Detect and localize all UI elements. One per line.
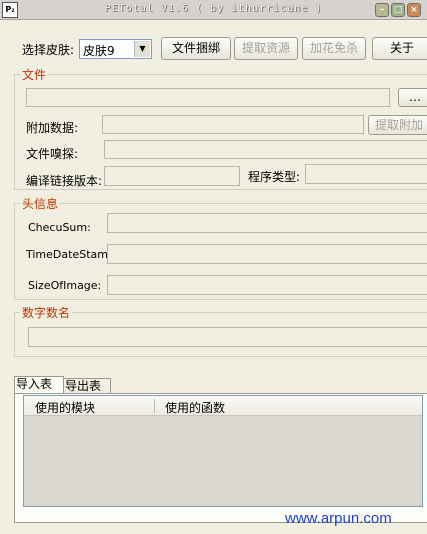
extract-append-button[interactable]: 提取附加 xyxy=(368,115,427,135)
watermark-text: www.arpun.com xyxy=(285,510,392,527)
column-separator[interactable] xyxy=(154,399,155,413)
maximize-icon[interactable]: □ xyxy=(391,3,405,17)
append-data-field[interactable] xyxy=(102,115,364,134)
about-button[interactable]: 关于 xyxy=(372,37,427,60)
tab-import-table[interactable]: 导入表 xyxy=(14,376,64,393)
file-path-field[interactable] xyxy=(26,88,390,107)
file-bind-button[interactable]: 文件捆绑 xyxy=(161,37,231,60)
timestamp-label: TimeDateStamp: xyxy=(26,248,119,261)
extract-resource-button[interactable]: 提取资源 xyxy=(234,37,298,60)
skin-label: 选择皮肤: xyxy=(22,43,75,57)
digital-signature-field[interactable] xyxy=(28,327,427,347)
minimize-icon[interactable]: – xyxy=(375,3,389,17)
timestamp-field[interactable] xyxy=(107,244,427,264)
list-header: 使用的模块 使用的函数 xyxy=(24,396,422,416)
linker-version-label: 编译链接版本: xyxy=(26,174,103,188)
sizeofimage-field[interactable] xyxy=(107,275,427,295)
column-function[interactable]: 使用的函数 xyxy=(165,399,225,416)
file-group-title: 文件 xyxy=(20,66,49,83)
header-info-title: 头信息 xyxy=(20,195,61,212)
import-list[interactable]: 使用的模块 使用的函数 xyxy=(23,395,423,507)
linker-version-field[interactable] xyxy=(104,166,240,186)
skin-select[interactable]: 皮肤9 ▼ xyxy=(79,39,152,59)
checksum-field[interactable] xyxy=(107,213,427,233)
title-bar[interactable]: P₂ PETotal V1.6 ( by ithurricane ) – □ × xyxy=(0,0,427,20)
checksum-label: ChecuSum: xyxy=(28,221,91,234)
browse-button[interactable]: … xyxy=(398,88,427,107)
tab-export-table[interactable]: 导出表 xyxy=(63,378,111,394)
sizeofimage-label: SizeOfImage: xyxy=(28,279,102,292)
program-type-label: 程序类型: xyxy=(248,170,301,184)
program-type-field[interactable] xyxy=(305,164,427,184)
chevron-down-icon[interactable]: ▼ xyxy=(134,41,150,57)
file-sniff-field[interactable] xyxy=(104,140,427,159)
column-module[interactable]: 使用的模块 xyxy=(35,399,95,416)
pack-button[interactable]: 加花免杀 xyxy=(302,37,366,60)
digital-signature-title: 数字数名 xyxy=(20,304,73,321)
skin-select-value: 皮肤9 xyxy=(83,44,115,58)
close-icon[interactable]: × xyxy=(407,3,421,17)
window-title: PETotal V1.6 ( by ithurricane ) xyxy=(104,3,323,14)
file-sniff-label: 文件嗅探: xyxy=(26,147,79,161)
append-data-label: 附加数据: xyxy=(26,121,79,135)
